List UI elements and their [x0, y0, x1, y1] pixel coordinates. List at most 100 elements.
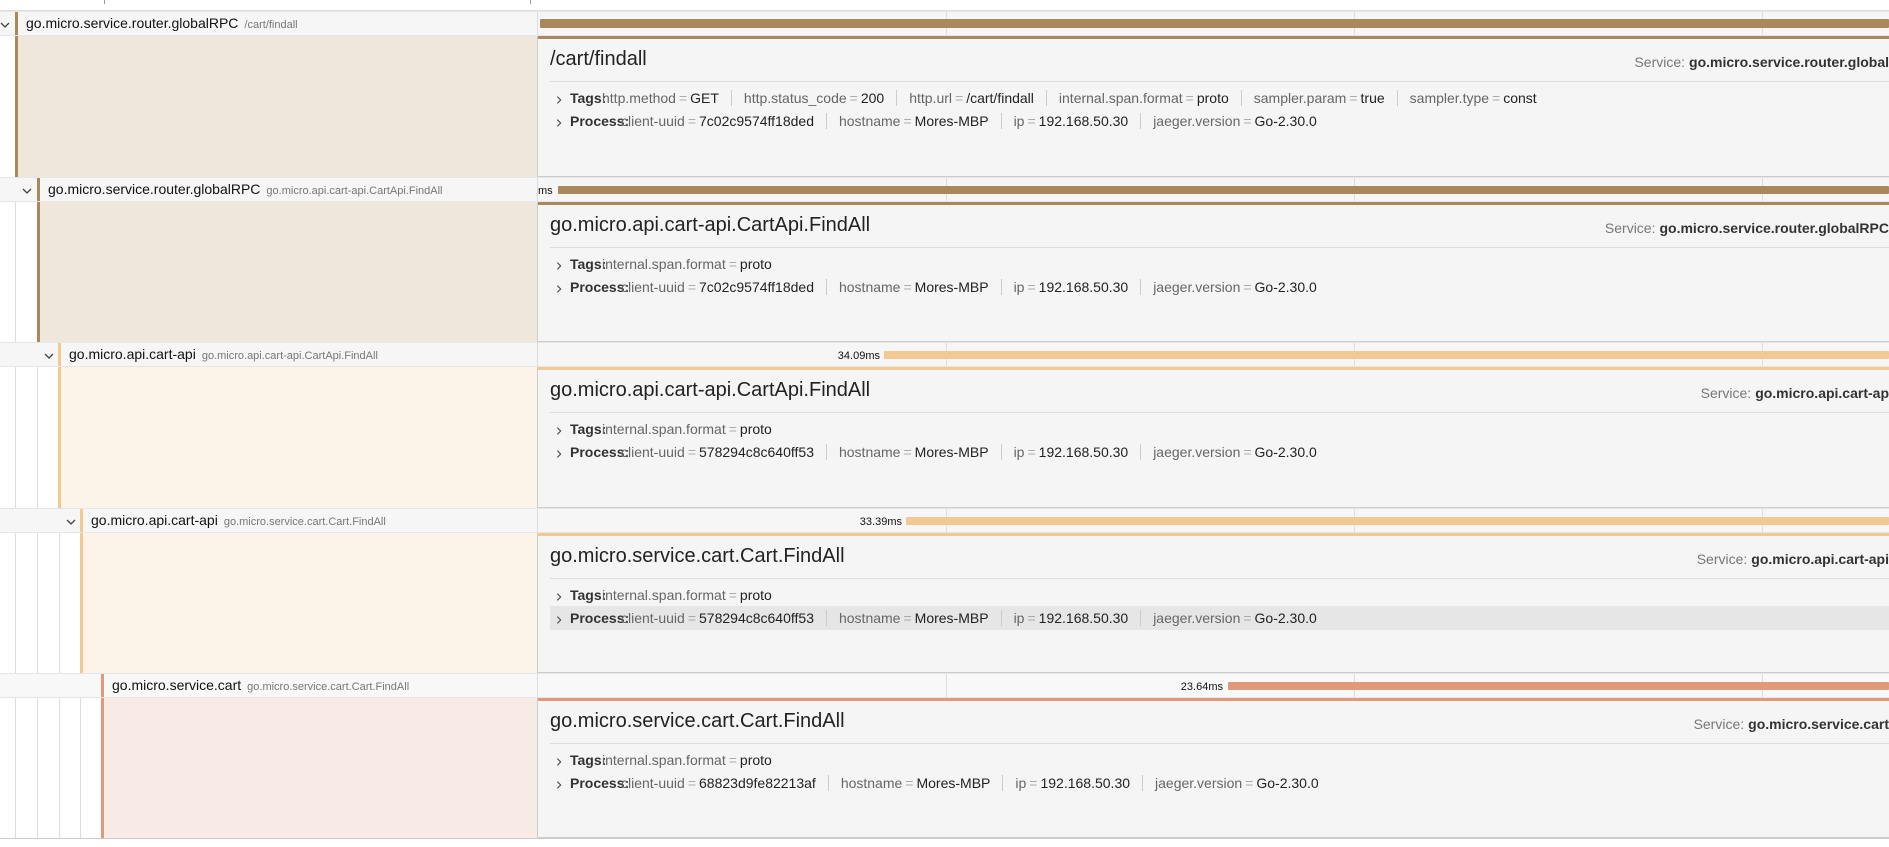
- section-label: Tags:: [570, 587, 607, 603]
- chevron-right-icon[interactable]: [554, 92, 564, 104]
- service-name-text: go.micro.service.router.globalRPC: [26, 15, 239, 31]
- section-label: Tags:: [570, 752, 607, 768]
- kv-key: client-uuid: [621, 775, 685, 791]
- tags-section[interactable]: Tags: internal.span.format = proto: [550, 748, 1889, 772]
- span-detail-panel: go.micro.service.cart.Cart.FindAll Servic…: [0, 698, 1889, 838]
- kv-key: http.status_code: [743, 90, 847, 106]
- chevron-right-icon[interactable]: [554, 423, 564, 435]
- key-value-pair: ip = 192.168.50.30: [1014, 444, 1142, 460]
- kv-equals: =: [1492, 90, 1501, 106]
- span-name-column[interactable]: go.micro.service.router.globalRPC go.micr…: [0, 178, 538, 201]
- kv-value: 192.168.50.30: [1038, 113, 1129, 129]
- kv-equals: =: [728, 256, 737, 272]
- span-row[interactable]: go.micro.service.router.globalRPC/cart/f…: [0, 11, 1889, 36]
- key-value-list: http.method = GET http.status_code = 200 http.…: [602, 90, 1561, 106]
- service-value: go.micro.service.cart: [1748, 716, 1889, 732]
- process-section[interactable]: Process: client-uuid = 578294c8c640ff53 host…: [550, 606, 1889, 630]
- key-value-pair: hostname = Mores-MBP: [841, 775, 1004, 791]
- operation-name: /cart/findall: [244, 19, 298, 31]
- span-timeline[interactable]: 23.64ms: [538, 674, 1889, 697]
- kv-value: Go-2.30.0: [1254, 444, 1317, 460]
- span-name-column[interactable]: go.micro.service.router.globalRPC/cart/f…: [0, 12, 538, 35]
- span-duration-bar[interactable]: [540, 19, 1889, 28]
- detail-divider: [550, 247, 1889, 248]
- span-duration-bar[interactable]: [906, 517, 1889, 525]
- kv-key: ip: [1013, 113, 1025, 129]
- service-shade: [101, 698, 537, 838]
- service-name-text: go.micro.service.router.globalRPC: [48, 181, 261, 197]
- span-duration-bar[interactable]: [558, 186, 1889, 194]
- key-value-list: client-uuid = 68823d9fe82213af hostname = Mor…: [621, 775, 1343, 791]
- kv-key: internal.span.format: [1058, 90, 1183, 106]
- span-duration-bar[interactable]: [884, 351, 1889, 359]
- tags-section[interactable]: Tags: internal.span.format = proto: [550, 417, 1889, 441]
- span-service-name[interactable]: go.micro.api.cart-api go.micro.api.cart-a…: [69, 346, 378, 362]
- span-service-info: Service: go.micro.api.cart-ap: [1701, 385, 1889, 401]
- span-timeline[interactable]: 33.39ms: [538, 509, 1889, 532]
- kv-equals: =: [1027, 279, 1036, 295]
- span-timeline[interactable]: ms: [538, 178, 1889, 201]
- chevron-down-icon[interactable]: [0, 18, 11, 30]
- span-duration-bar[interactable]: [1228, 682, 1889, 690]
- span-name-column[interactable]: go.micro.api.cart-api go.micro.service.ca…: [0, 509, 538, 532]
- span-service-info: Service: go.micro.service.router.globalRP…: [1605, 220, 1889, 236]
- span-name-column[interactable]: go.micro.service.cart go.micro.service.ca…: [0, 674, 538, 697]
- key-value-pair: internal.span.format = proto: [1059, 90, 1242, 106]
- detail-accent-line: [538, 202, 1889, 205]
- kv-equals: =: [1027, 113, 1036, 129]
- span-row[interactable]: go.micro.api.cart-api go.micro.api.cart-a…: [0, 342, 1889, 367]
- process-section[interactable]: Process: client-uuid = 578294c8c640ff53 host…: [550, 440, 1889, 464]
- chevron-down-icon[interactable]: [43, 349, 55, 361]
- span-name-column[interactable]: go.micro.api.cart-api go.micro.api.cart-a…: [0, 343, 538, 366]
- span-row[interactable]: go.micro.service.cart go.micro.service.ca…: [0, 673, 1889, 698]
- kv-equals: =: [687, 113, 697, 129]
- kv-equals: =: [1029, 775, 1038, 791]
- kv-key: internal.span.format: [602, 752, 726, 768]
- kv-key: jaeger.version: [1155, 775, 1243, 791]
- key-value-list: internal.span.format = proto: [602, 421, 796, 437]
- tags-section[interactable]: Tags: http.method = GET http.status_code = 200…: [550, 86, 1889, 110]
- kv-equals: =: [849, 90, 858, 106]
- chevron-right-icon[interactable]: [554, 754, 564, 766]
- span-row[interactable]: go.micro.service.router.globalRPC go.micr…: [0, 177, 1889, 202]
- service-name-text: go.micro.service.cart: [112, 677, 242, 693]
- kv-equals: =: [905, 775, 914, 791]
- span-detail-gutter: [0, 698, 538, 838]
- kv-value: 578294c8c640ff53: [699, 610, 814, 626]
- kv-key: hostname: [838, 279, 901, 295]
- tags-section[interactable]: Tags: internal.span.format = proto: [550, 252, 1889, 276]
- chevron-right-icon[interactable]: [554, 281, 564, 293]
- key-value-pair: sampler.param = true: [1254, 90, 1398, 106]
- chevron-down-icon[interactable]: [65, 515, 77, 527]
- chevron-right-icon[interactable]: [554, 115, 564, 127]
- span-timeline[interactable]: 34.09ms: [538, 343, 1889, 366]
- span-service-name[interactable]: go.micro.api.cart-api go.micro.service.ca…: [91, 512, 386, 528]
- process-section[interactable]: Process: client-uuid = 68823d9fe82213af host…: [550, 771, 1889, 795]
- chevron-right-icon[interactable]: [554, 777, 564, 789]
- chevron-right-icon[interactable]: [554, 589, 564, 601]
- span-detail-gutter: [0, 36, 538, 177]
- key-value-pair: client-uuid = 578294c8c640ff53: [621, 610, 827, 626]
- chevron-down-icon[interactable]: [21, 184, 33, 196]
- service-color-bar: [37, 178, 40, 201]
- process-section[interactable]: Process: client-uuid = 7c02c9574ff18ded host…: [550, 109, 1889, 133]
- kv-key: http.url: [909, 90, 953, 106]
- chevron-right-icon[interactable]: [554, 446, 564, 458]
- chevron-right-icon[interactable]: [554, 258, 564, 270]
- span-timeline[interactable]: [538, 12, 1889, 35]
- key-value-pair: http.url =/cart/findall: [909, 90, 1047, 106]
- tags-section[interactable]: Tags: internal.span.format = proto: [550, 583, 1889, 607]
- service-label: Service:: [1604, 220, 1656, 236]
- span-service-name[interactable]: go.micro.service.router.globalRPC/cart/f…: [26, 15, 298, 31]
- kv-key: hostname: [838, 444, 901, 460]
- kv-equals: =: [728, 752, 737, 768]
- span-service-name[interactable]: go.micro.service.cart go.micro.service.ca…: [112, 677, 409, 693]
- chevron-right-icon[interactable]: [554, 612, 564, 624]
- span-service-name[interactable]: go.micro.service.router.globalRPC go.micr…: [48, 181, 443, 197]
- key-value-pair: ip = 192.168.50.30: [1014, 279, 1142, 295]
- kv-equals: =: [1349, 90, 1358, 106]
- service-label: Service:: [1634, 54, 1686, 70]
- process-section[interactable]: Process: client-uuid = 7c02c9574ff18ded host…: [550, 275, 1889, 299]
- kv-value: 578294c8c640ff53: [699, 444, 814, 460]
- span-row[interactable]: go.micro.api.cart-api go.micro.service.ca…: [0, 508, 1889, 533]
